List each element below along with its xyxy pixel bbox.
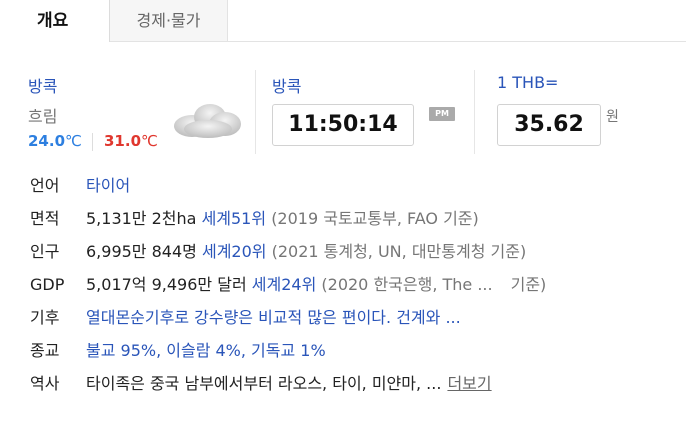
area-source: (2019 국토교통부, FAO 기준) [271,209,479,228]
info-label: 기후 [30,308,60,327]
section-divider [255,70,256,154]
cloud-icon [170,100,244,144]
info-label: 인구 [30,242,60,261]
exchange-rate-value: 35.62 [497,104,601,146]
tab-bar: 개요 경제·물가 [0,0,686,42]
info-label: 역사 [30,374,60,393]
gdp-source: (2020 한국은행, The ... [321,275,493,294]
info-row-language: 언어 타이어 [30,170,546,203]
local-time-display: 11:50:14 [272,104,414,146]
gdp-rank-link[interactable]: 세계24위 [252,275,317,294]
area-rank-link[interactable]: 세계51위 [202,209,267,228]
tab-overview[interactable]: 개요 [0,0,110,42]
info-row-area: 면적 5,131만 2천ha 세계51위 (2019 국토교통부, FAO 기준) [30,203,546,236]
weather-condition: 흐림 [28,107,58,126]
info-row-history: 역사 타이족은 중국 남부에서부터 라오스, 타이, 미얀마, ... 더보기 [30,368,546,401]
tab-divider [110,41,686,42]
info-row-religion: 종교 불교 95%, 이슬람 4%, 기독교 1% [30,335,546,368]
info-label: 종교 [30,341,60,360]
language-link[interactable]: 타이어 [86,176,130,195]
temperature-divider [92,133,93,151]
exchange-unit: 원 [606,109,619,125]
gdp-value: 5,017억 9,496만 달러 [86,275,247,294]
population-rank-link[interactable]: 세계20위 [202,242,267,261]
info-label: 언어 [30,176,60,195]
weather-city-link[interactable]: 방콕 [28,73,57,97]
religion-link[interactable]: 불교 95%, 이슬람 4%, 기독교 1% [86,341,326,360]
section-divider [474,70,475,154]
climate-link[interactable]: 열대몬순기후로 강수량은 비교적 많은 편이다. 건계와 ... [86,308,461,327]
population-value: 6,995만 844명 [86,242,197,261]
info-row-climate: 기후 열대몬순기후로 강수량은 비교적 많은 편이다. 건계와 ... [30,302,546,335]
info-label: 면적 [30,209,60,228]
gdp-source-end: 기준) [510,275,547,294]
more-link[interactable]: 더보기 [447,374,491,393]
pm-badge: PM [429,107,455,121]
country-info-list: 언어 타이어 면적 5,131만 2천ha 세계51위 (2019 국토교통부, F… [30,170,546,401]
info-row-gdp: GDP 5,017억 9,496만 달러 세계24위 (2020 한국은행, Th… [30,269,546,302]
temperature-high: 31.0℃ [104,132,158,150]
info-row-population: 인구 6,995만 844명 세계20위 (2021 통계청, UN, 대만통계청… [30,236,546,269]
tab-economy-prices[interactable]: 경제·물가 [110,0,228,41]
info-label: GDP [30,275,65,294]
clock-city-link[interactable]: 방콕 [272,73,301,97]
temperature-low: 24.0℃ [28,132,82,150]
exchange-rate-link[interactable]: 1 THB= [497,73,558,92]
history-text: 타이족은 중국 남부에서부터 라오스, 타이, 미얀마, ... [86,374,442,393]
area-value: 5,131만 2천ha [86,209,197,228]
population-source: (2021 통계청, UN, 대만통계청 기준) [271,242,527,261]
